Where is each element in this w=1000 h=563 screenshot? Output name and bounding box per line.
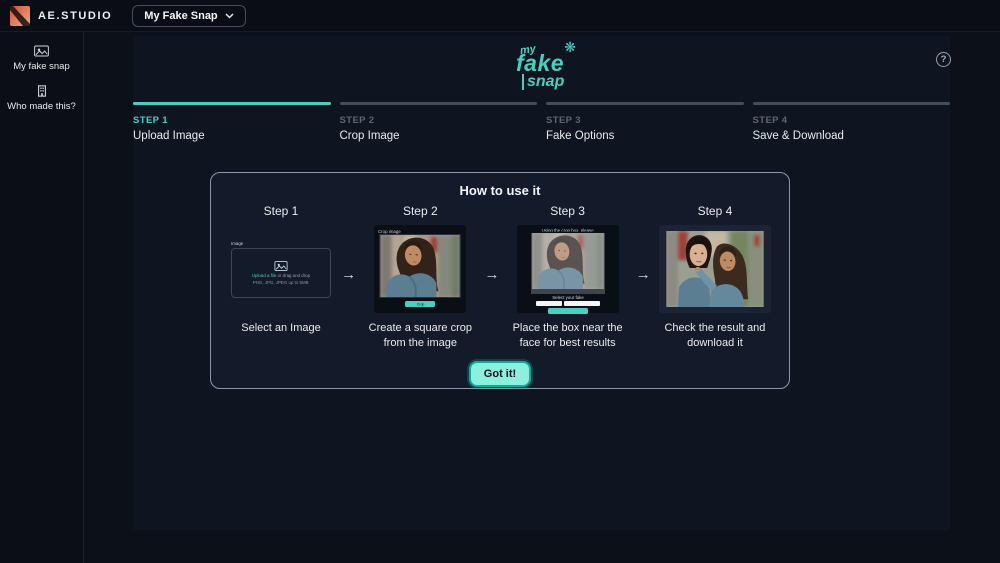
step-label: Save & Download — [753, 130, 951, 142]
howto-step-caption: Select an Image — [231, 321, 331, 336]
stepper-step-3: STEP 3 Fake Options — [546, 102, 744, 142]
howto-step-caption: Place the box near the face for best res… — [504, 321, 632, 351]
got-it-button[interactable]: Got it! — [469, 361, 531, 387]
howto-step-2-thumb: Crop image Crop — [374, 222, 466, 316]
stepper-step-1: STEP 1 Upload Image — [133, 102, 331, 142]
mini-input — [536, 301, 562, 306]
app-logo: my ❋ fake snap — [512, 44, 576, 98]
howto-step-4: Step 4 Check the result and download it — [655, 204, 775, 351]
step-eyebrow: STEP 4 — [753, 115, 951, 126]
ae-studio-logo-icon — [10, 6, 30, 26]
chevron-down-icon — [225, 13, 234, 19]
howto-step-title: Step 4 — [698, 204, 733, 218]
logo-word-snap: snap — [522, 74, 564, 90]
mini-fake-inputs — [520, 301, 616, 306]
app-window: AE.STUDIO My Fake Snap My fake snap — [0, 0, 1000, 563]
mini-fake-label: Select your fake — [541, 295, 594, 298]
upload-form-illustration: Image Upload a file or drag and drop PNG… — [231, 240, 331, 298]
arrow-right-icon: → — [482, 266, 502, 283]
building-icon — [36, 85, 48, 97]
howto-step-title: Step 1 — [264, 204, 299, 218]
dimmed-photo — [531, 233, 605, 294]
fake-options-screen-illustration: Using the crop box, please indicate wher… — [517, 225, 619, 313]
mini-input — [564, 301, 600, 306]
step-eyebrow: STEP 2 — [340, 115, 538, 126]
howto-step-caption: Create a square crop from the image — [361, 321, 479, 351]
arrow-right-icon: → — [339, 266, 359, 283]
howto-step-2: Step 2 Crop image Crop Create a square c… — [360, 204, 480, 351]
step-label: Fake Options — [546, 130, 744, 142]
photo-wash-overlay — [531, 233, 605, 294]
step-label: Upload Image — [133, 130, 331, 142]
mini-upload-field-label: Image — [231, 241, 286, 244]
brand-name: AE.STUDIO — [38, 10, 112, 22]
modal-title: How to use it — [211, 183, 789, 198]
howto-step-1: Step 1 Image Upload a file or drag and d… — [225, 204, 337, 336]
howto-step-1-thumb: Image Upload a file or drag and drop PNG… — [231, 222, 331, 316]
stepper-step-2: STEP 2 Crop Image — [340, 102, 538, 142]
wizard-stepper: STEP 1 Upload Image STEP 2 Crop Image ST… — [133, 102, 950, 142]
step-eyebrow: STEP 1 — [133, 115, 331, 126]
step-eyebrow: STEP 3 — [546, 115, 744, 126]
how-to-use-modal: How to use it Step 1 Image Upload a file… — [210, 172, 790, 389]
howto-step-caption: Check the result and download it — [655, 321, 775, 351]
mini-upload-link-text: Upload a file or drag and drop — [252, 273, 310, 276]
howto-step-3: Step 3 Using the crop box, please indica… — [504, 204, 632, 351]
mini-upload-dropzone: Upload a file or drag and drop PNG, JPG,… — [231, 248, 331, 298]
howto-step-4-thumb — [659, 222, 771, 316]
step-progress-bar — [340, 102, 538, 105]
arrow-right-icon: → — [633, 266, 653, 283]
mini-fake-instruction: Using the crop box, please indicate wher… — [541, 228, 594, 231]
step-progress-bar — [133, 102, 331, 105]
sidebar-item-my-fake-snap[interactable]: My fake snap — [0, 45, 83, 72]
howto-steps-row: Step 1 Image Upload a file or drag and d… — [211, 198, 789, 351]
workspace-label: My Fake Snap — [144, 10, 217, 22]
mini-upload-hint-text: PNG, JPG, JPEG up to 5MB — [253, 280, 309, 283]
mini-generate-button — [548, 308, 588, 314]
woman-photo-thumbnail — [379, 234, 461, 298]
stepper-step-4: STEP 4 Save & Download — [753, 102, 951, 142]
logo-word-fake: fake — [516, 52, 564, 75]
howto-step-title: Step 3 — [550, 204, 585, 218]
sidebar-item-label: My fake snap — [13, 61, 70, 72]
crop-screen-illustration: Crop image Crop — [374, 225, 466, 313]
sidebar: My fake snap Who made this? — [0, 32, 84, 563]
topbar: AE.STUDIO My Fake Snap — [0, 0, 1000, 32]
couple-photo-thumbnail — [666, 231, 764, 307]
howto-step-3-thumb: Using the crop box, please indicate wher… — [517, 222, 619, 316]
sidebar-item-label: Who made this? — [7, 101, 76, 112]
mini-crop-header: Crop image — [378, 229, 424, 232]
step-progress-bar — [546, 102, 744, 105]
brand[interactable]: AE.STUDIO — [10, 6, 112, 26]
result-illustration — [659, 225, 771, 313]
step-progress-bar — [753, 102, 951, 105]
sidebar-item-who-made-this[interactable]: Who made this? — [0, 85, 83, 112]
mini-crop-button: Crop — [405, 301, 435, 307]
step-label: Crop Image — [340, 130, 538, 142]
help-icon[interactable]: ? — [936, 52, 951, 67]
image-placeholder-icon — [274, 261, 288, 271]
photo-icon — [34, 45, 49, 57]
howto-step-title: Step 2 — [403, 204, 438, 218]
workspace-selector[interactable]: My Fake Snap — [132, 5, 245, 27]
logo-flower-icon: ❋ — [564, 40, 576, 54]
